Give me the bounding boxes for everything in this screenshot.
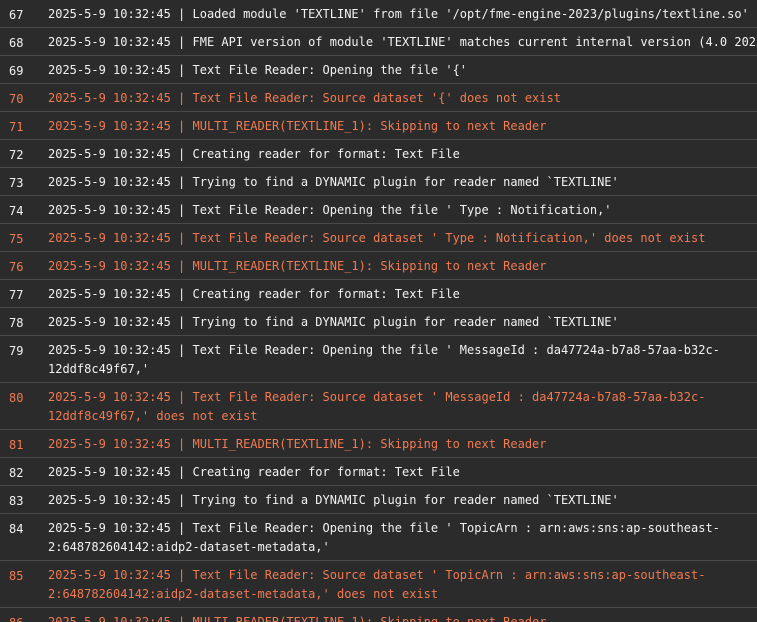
log-message: 2025-5-9 10:32:45 | MULTI_READER(TEXTLIN…	[48, 615, 547, 622]
log-row: 83 2025-5-9 10:32:45 | Trying to find a …	[0, 486, 757, 514]
log-line-number: 74	[9, 204, 24, 218]
log-row: 79 2025-5-9 10:32:45 | Text File Reader:…	[0, 336, 757, 383]
log-line-number: 80	[9, 391, 24, 405]
log-line-number: 68	[9, 36, 24, 50]
log-message: 2025-5-9 10:32:45 | Text File Reader: Op…	[48, 63, 468, 77]
log-row-warning: 76 2025-5-9 10:32:45 | MULTI_READER(TEXT…	[0, 252, 757, 280]
log-message: 2025-5-9 10:32:45 | MULTI_READER(TEXTLIN…	[48, 119, 547, 133]
log-message: 2025-5-9 10:32:45 | Text File Reader: So…	[48, 231, 706, 245]
log-message: 2025-5-9 10:32:45 | Text File Reader: Op…	[48, 343, 720, 376]
log-message: 2025-5-9 10:32:45 | Trying to find a DYN…	[48, 493, 619, 507]
log-line-number: 85	[9, 569, 24, 583]
translation-log[interactable]: 67 2025-5-9 10:32:45 | Loaded module 'TE…	[0, 0, 757, 622]
log-message: 2025-5-9 10:32:45 | Trying to find a DYN…	[48, 315, 619, 329]
log-line-number: 83	[9, 494, 24, 508]
log-row-warning: 71 2025-5-9 10:32:45 | MULTI_READER(TEXT…	[0, 112, 757, 140]
log-row-warning: 70 2025-5-9 10:32:45 | Text File Reader:…	[0, 84, 757, 112]
log-row: 68 2025-5-9 10:32:45 | FME API version o…	[0, 28, 757, 56]
log-line-number: 75	[9, 232, 24, 246]
log-line-number: 84	[9, 522, 24, 536]
log-row-warning: 80 2025-5-9 10:32:45 | Text File Reader:…	[0, 383, 757, 430]
log-line-number: 76	[9, 260, 24, 274]
log-row-warning: 75 2025-5-9 10:32:45 | Text File Reader:…	[0, 224, 757, 252]
log-line-number: 79	[9, 344, 24, 358]
log-message: 2025-5-9 10:32:45 | Text File Reader: So…	[48, 390, 706, 423]
log-message: 2025-5-9 10:32:45 | Text File Reader: So…	[48, 568, 706, 601]
log-message: 2025-5-9 10:32:45 | Trying to find a DYN…	[48, 175, 619, 189]
log-line-number: 73	[9, 176, 24, 190]
log-row: 73 2025-5-9 10:32:45 | Trying to find a …	[0, 168, 757, 196]
log-row: 77 2025-5-9 10:32:45 | Creating reader f…	[0, 280, 757, 308]
log-message: 2025-5-9 10:32:45 | Text File Reader: Op…	[48, 203, 612, 217]
log-row: 74 2025-5-9 10:32:45 | Text File Reader:…	[0, 196, 757, 224]
log-message: 2025-5-9 10:32:45 | Creating reader for …	[48, 287, 460, 301]
log-row: 72 2025-5-9 10:32:45 | Creating reader f…	[0, 140, 757, 168]
log-row-warning: 86 2025-5-9 10:32:45 | MULTI_READER(TEXT…	[0, 608, 757, 622]
log-row: 82 2025-5-9 10:32:45 | Creating reader f…	[0, 458, 757, 486]
log-message: 2025-5-9 10:32:45 | Creating reader for …	[48, 147, 460, 161]
log-line-number: 70	[9, 92, 24, 106]
log-row: 69 2025-5-9 10:32:45 | Text File Reader:…	[0, 56, 757, 84]
log-line-number: 81	[9, 438, 24, 452]
log-message: 2025-5-9 10:32:45 | FME API version of m…	[48, 35, 757, 49]
log-line-number: 69	[9, 64, 24, 78]
log-line-number: 86	[0, 608, 48, 622]
log-row: 84 2025-5-9 10:32:45 | Text File Reader:…	[0, 514, 757, 561]
log-row-warning: 81 2025-5-9 10:32:45 | MULTI_READER(TEXT…	[0, 430, 757, 458]
log-line-number: 77	[9, 288, 24, 302]
log-line-number: 67	[9, 8, 24, 22]
log-row: 67 2025-5-9 10:32:45 | Loaded module 'TE…	[0, 0, 757, 28]
log-message: 2025-5-9 10:32:45 | Loaded module 'TEXTL…	[48, 7, 749, 21]
log-message: 2025-5-9 10:32:45 | Text File Reader: Op…	[48, 521, 720, 554]
log-message: 2025-5-9 10:32:45 | Text File Reader: So…	[48, 91, 561, 105]
log-row-warning: 85 2025-5-9 10:32:45 | Text File Reader:…	[0, 561, 757, 608]
log-message: 2025-5-9 10:32:45 | MULTI_READER(TEXTLIN…	[48, 437, 547, 451]
log-row: 78 2025-5-9 10:32:45 | Trying to find a …	[0, 308, 757, 336]
log-message: 2025-5-9 10:32:45 | Creating reader for …	[48, 465, 460, 479]
log-line-number: 71	[9, 120, 24, 134]
log-line-number: 82	[9, 466, 24, 480]
log-line-number: 78	[9, 316, 24, 330]
log-message: 2025-5-9 10:32:45 | MULTI_READER(TEXTLIN…	[48, 259, 547, 273]
log-line-number: 72	[9, 148, 24, 162]
